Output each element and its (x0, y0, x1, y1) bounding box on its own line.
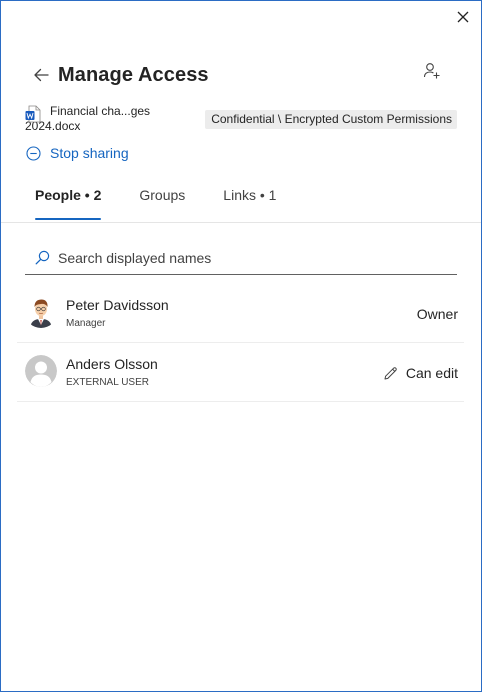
file-info: Financial cha...ges 2024.docx (25, 104, 155, 134)
panel-header: Manage Access (33, 61, 457, 89)
file-name: Financial cha...ges 2024.docx (25, 104, 151, 133)
page-title: Manage Access (58, 63, 209, 86)
pencil-icon (384, 366, 397, 379)
back-button[interactable] (33, 66, 51, 84)
person-name: Anders Olsson (66, 356, 158, 372)
list-item-person[interactable]: Anders Olsson EXTERNAL USER Can edit (17, 343, 464, 402)
stop-sharing-button[interactable]: Stop sharing (26, 144, 129, 162)
avatar (25, 296, 57, 328)
default-person-avatar-icon (25, 355, 57, 387)
permission-text: Owner (416, 306, 458, 322)
minus-circle-icon (26, 145, 41, 161)
permission-dropdown[interactable]: Can edit (383, 365, 458, 381)
list-item-person[interactable]: Peter Davidsson Manager Owner (17, 284, 464, 343)
permission-label: Owner (417, 306, 458, 322)
person-name: Peter Davidsson (66, 297, 169, 313)
search-box[interactable] (25, 241, 457, 275)
search-icon (35, 250, 50, 265)
close-button[interactable] (455, 9, 471, 25)
stop-sharing-label: Stop sharing (50, 145, 129, 161)
avatar (25, 355, 57, 387)
close-icon (457, 11, 469, 23)
people-list: Peter Davidsson Manager Owner Anders Ols… (17, 284, 464, 402)
manage-access-panel: Manage Access Financial cha...ges 2024.d… (0, 0, 482, 692)
permission-text: Can edit (405, 365, 458, 381)
search-input[interactable] (58, 249, 438, 266)
sensitivity-label-badge: Confidential \ Encrypted Custom Permissi… (205, 110, 457, 129)
person-add-icon (423, 63, 440, 79)
word-doc-icon (25, 105, 41, 123)
divider (1, 222, 481, 223)
arrow-left-icon (34, 68, 49, 82)
tab-people[interactable]: People • 2 (25, 187, 111, 220)
photo-avatar-icon (25, 296, 57, 328)
tab-links[interactable]: Links • 1 (223, 187, 286, 219)
person-subtitle: Manager (66, 318, 106, 329)
add-person-button[interactable] (423, 62, 441, 80)
person-subtitle: EXTERNAL USER (66, 377, 149, 388)
tab-bar: People • 2 Groups Links • 1 (25, 187, 314, 220)
tab-groups[interactable]: Groups (139, 187, 195, 219)
